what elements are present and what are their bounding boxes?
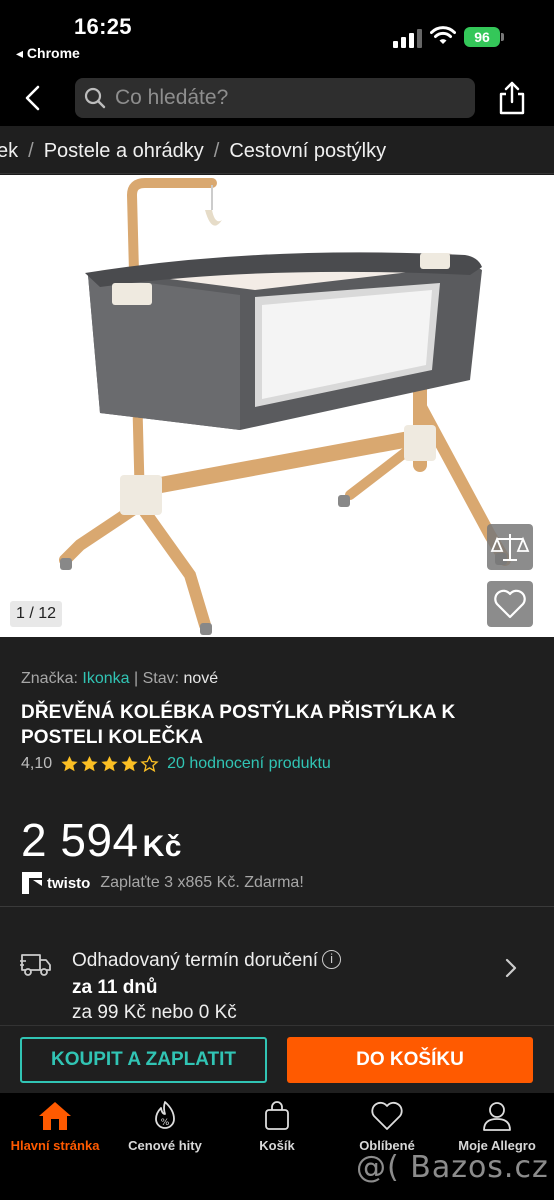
- meta-separator: |: [133, 670, 139, 687]
- buy-and-pay-button[interactable]: KOUPIT A ZAPLATIT: [20, 1037, 267, 1083]
- rating-count-link[interactable]: 20 hodnocení produktu: [167, 755, 331, 773]
- breadcrumb-item[interactable]: ek: [0, 140, 18, 162]
- product-price: 2 594 Kč: [21, 813, 182, 867]
- top-navigation: [0, 70, 554, 126]
- delivery-days: za 11 dnů: [72, 977, 158, 998]
- product-title: DŘEVĚNÁ KOLÉBKA POSTÝLKA PŘISTÝLKA K POS…: [21, 702, 456, 748]
- twisto-text: Zaplaťte 3 x865 Kč. Zdarma!: [100, 874, 304, 891]
- search-icon: [84, 87, 106, 109]
- breadcrumb-item[interactable]: Postele a ohrádky: [44, 140, 204, 162]
- brand-link[interactable]: Ikonka: [82, 670, 129, 687]
- user-icon: [483, 1102, 511, 1131]
- twisto-installments[interactable]: twisto Zaplaťte 3 x865 Kč. Zdarma!: [22, 872, 304, 894]
- star-full-icon: [61, 755, 78, 772]
- product-rating: 4,10 20 hodnocení produktu: [21, 755, 331, 773]
- twisto-brand: twisto: [47, 874, 91, 892]
- heart-icon: [371, 1101, 403, 1130]
- search-bar[interactable]: [75, 78, 475, 118]
- status-bar: 16:25 ◂ Chrome 96: [0, 0, 554, 70]
- share-icon[interactable]: [496, 80, 528, 116]
- rating-value: 4,10: [21, 755, 53, 772]
- condition-label: Stav:: [142, 670, 180, 687]
- home-icon: [39, 1102, 71, 1130]
- price-currency: Kč: [142, 830, 182, 863]
- wifi-icon: [430, 26, 456, 44]
- svg-text:%: %: [161, 1118, 170, 1128]
- rating-stars: [60, 755, 159, 773]
- delivery-price: za 99 Kč nebo 0 Kč: [72, 1002, 237, 1023]
- brand-label: Značka:: [21, 670, 78, 687]
- product-image-gallery[interactable]: [0, 175, 554, 637]
- watermark: @( Bazos.cz: [356, 1150, 549, 1185]
- battery-level: 96: [464, 27, 500, 47]
- add-to-cart-button[interactable]: DO KOŠÍKU: [287, 1037, 533, 1083]
- cellular-signal-icon: [393, 29, 422, 48]
- price-hits-icon: %: [155, 1101, 175, 1129]
- breadcrumb: ek / Postele a ohrádky / Cestovní postýlky: [0, 126, 554, 174]
- chevron-right-icon[interactable]: [503, 957, 519, 979]
- tab-cart[interactable]: Košík: [222, 1100, 332, 1160]
- delivery-title: Odhadovaný termín doručení i: [72, 950, 342, 972]
- cart-icon: [265, 1101, 289, 1130]
- battery-icon: 96: [464, 27, 504, 47]
- star-empty-icon: [140, 755, 159, 773]
- delivery-truck-icon: [20, 954, 51, 976]
- image-counter: 1 / 12: [10, 601, 62, 627]
- tab-price-hits[interactable]: % Cenové hity: [110, 1100, 220, 1160]
- star-full-icon: [121, 755, 138, 772]
- status-time: 16:25: [74, 14, 132, 39]
- tab-home[interactable]: Hlavní stránka: [0, 1100, 110, 1160]
- twisto-logo-icon: [22, 872, 42, 894]
- price-amount: 2 594: [21, 814, 139, 866]
- back-arrow-icon[interactable]: [18, 82, 50, 114]
- tab-label: Hlavní stránka: [10, 1138, 100, 1153]
- breadcrumb-item[interactable]: Cestovní postýlky: [229, 140, 386, 162]
- product-image: [59, 178, 511, 635]
- breadcrumb-separator: /: [213, 140, 220, 162]
- delivery-title-text: Odhadovaný termín doručení: [72, 950, 319, 971]
- star-full-icon: [101, 755, 118, 772]
- search-input[interactable]: [115, 78, 465, 118]
- breadcrumb-separator: /: [28, 140, 34, 162]
- condition-value: nové: [183, 670, 219, 687]
- back-to-app-link[interactable]: ◂ Chrome: [16, 45, 80, 62]
- tab-label: Košík: [259, 1138, 295, 1153]
- favorite-heart-icon[interactable]: [487, 581, 533, 627]
- product-meta: Značka: Ikonka | Stav: nové: [21, 670, 218, 688]
- star-full-icon: [81, 755, 98, 772]
- info-icon[interactable]: i: [322, 950, 342, 969]
- compare-scale-icon[interactable]: [487, 524, 533, 570]
- tab-label: Cenové hity: [128, 1138, 202, 1153]
